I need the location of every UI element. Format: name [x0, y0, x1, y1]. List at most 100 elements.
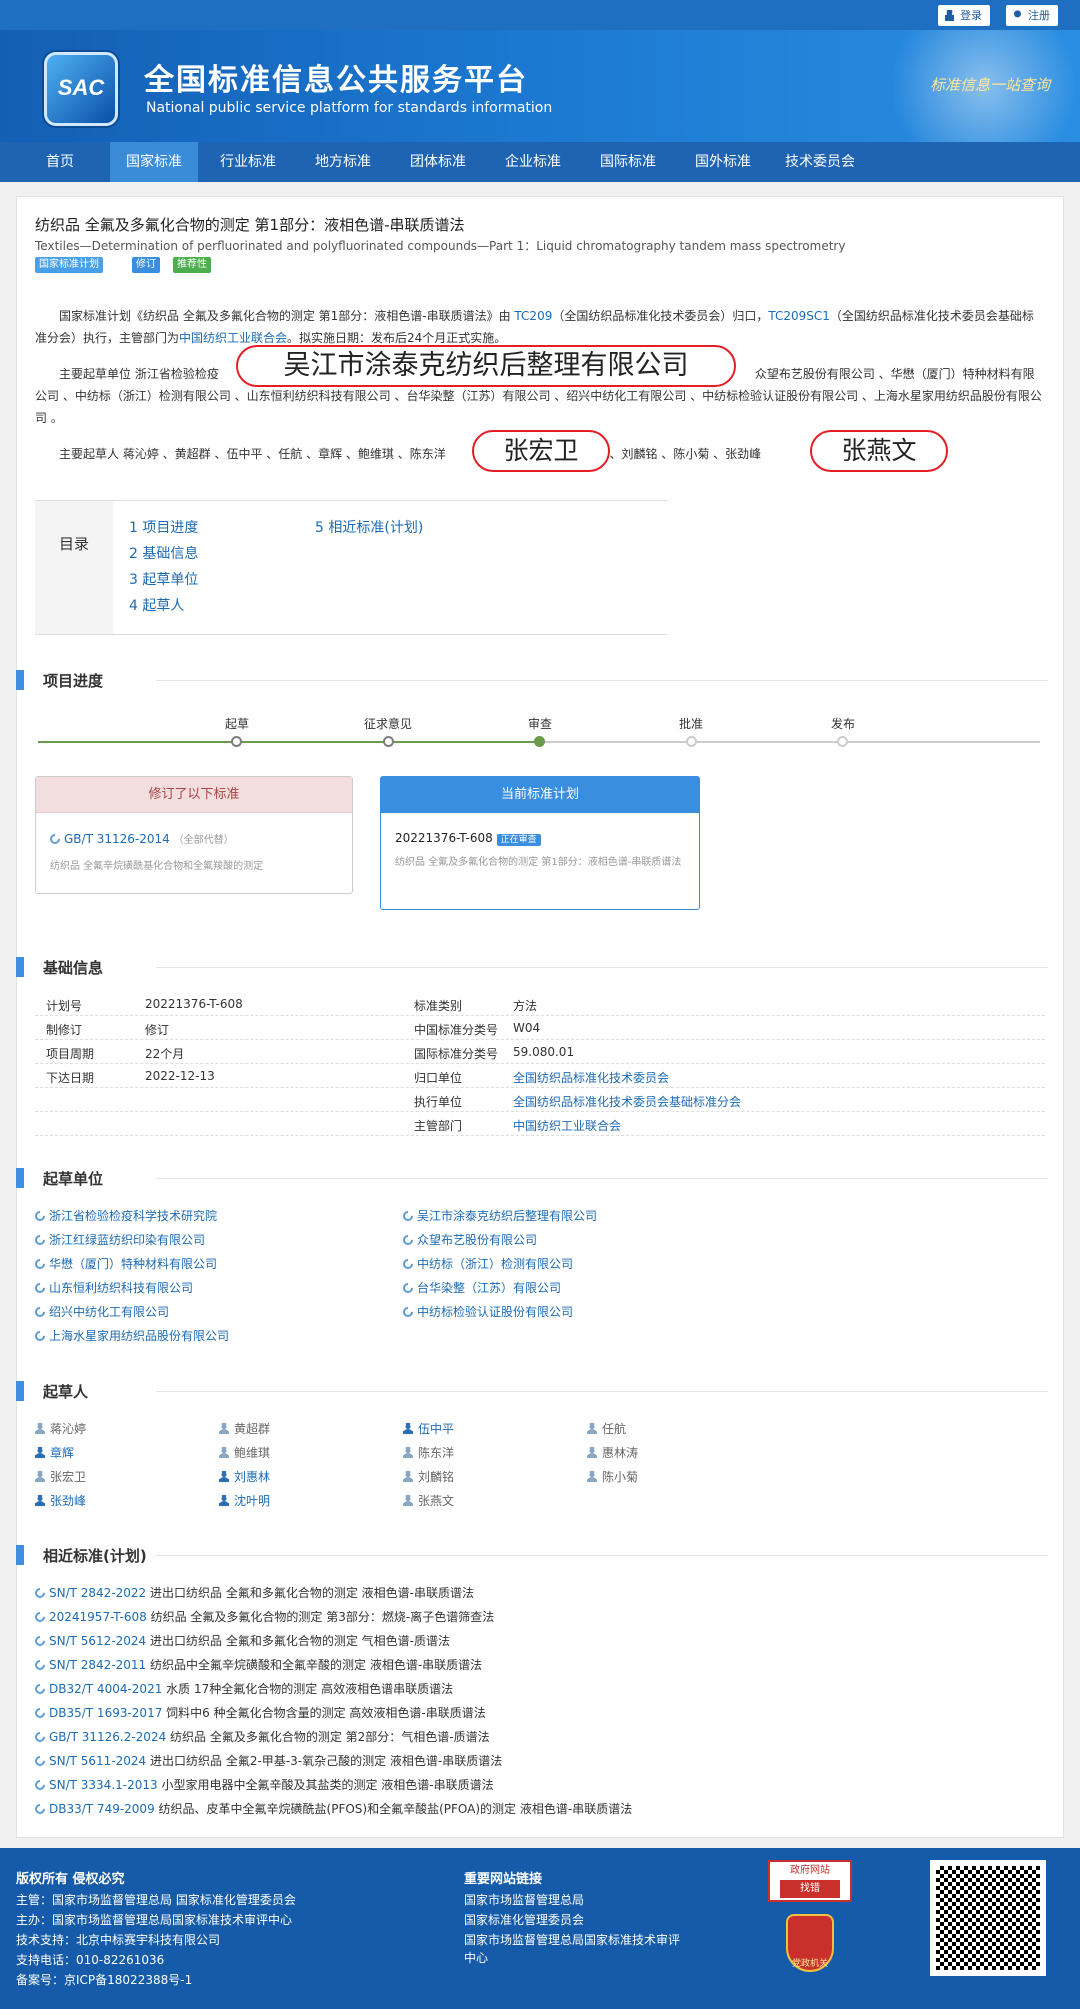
- section-title: 项目进度: [43, 672, 104, 690]
- similar-item[interactable]: DB33/T 749-2009 纺织品、皮革中全氟辛烷磺酰盐(PFOS)和全氟辛…: [32, 1800, 632, 1817]
- tc-link[interactable]: TC209: [514, 309, 552, 323]
- user-icon: [219, 1471, 229, 1482]
- toc-link-progress[interactable]: 1 项目进度: [129, 517, 198, 537]
- nav-item-local[interactable]: 地方标准: [303, 142, 383, 182]
- link-icon: [47, 831, 63, 847]
- info-value-link[interactable]: 中国纺织工业联合会: [513, 1117, 621, 1134]
- unit-link[interactable]: 吴江市涂泰克纺织后整理有限公司: [400, 1207, 597, 1224]
- unit-link[interactable]: 华懋（厦门）特种材料有限公司: [32, 1255, 217, 1272]
- info-value-link[interactable]: 全国纺织品标准化技术委员会: [513, 1069, 669, 1086]
- intro-text-d: 。拟实施日期：发布后24个月正式实施。: [287, 331, 507, 345]
- drafter-item[interactable]: 沈叶明: [219, 1492, 270, 1509]
- badge-bottom: 找错: [780, 1880, 840, 1898]
- similar-item[interactable]: DB35/T 1693-2017 饲料中6 种全氟化合物含量的测定 高效液相色谱…: [32, 1704, 486, 1721]
- info-value: 59.080.01: [513, 1045, 575, 1059]
- login-button[interactable]: 登录: [938, 5, 990, 26]
- footer-link[interactable]: 国家标准化管理委员会: [464, 1910, 584, 1930]
- drafter-item[interactable]: 张燕文: [403, 1492, 454, 1509]
- toc-link-similar[interactable]: 5 相近标准(计划): [315, 517, 423, 537]
- unit-link[interactable]: 浙江红绿蓝纺织印染有限公司: [32, 1231, 205, 1248]
- toc-label: 目录: [35, 501, 113, 634]
- info-value: 修订: [145, 1023, 170, 1037]
- toc-link-units[interactable]: 3 起草单位: [129, 569, 198, 589]
- gov-site-error-badge[interactable]: 政府网站 找错: [768, 1860, 852, 1902]
- register-label: 注册: [1028, 9, 1050, 22]
- unit-link[interactable]: 台华染整（江苏）有限公司: [400, 1279, 561, 1296]
- section-progress: 项目进度: [16, 670, 1064, 690]
- unit-link[interactable]: 中纺标检验认证股份有限公司: [400, 1303, 573, 1320]
- drafter-item[interactable]: 陈小菊: [587, 1468, 638, 1485]
- nav-item-foreign[interactable]: 国外标准: [683, 142, 763, 182]
- drafter-item[interactable]: 刘惠林: [219, 1468, 270, 1485]
- footer-link[interactable]: 中心: [464, 1948, 488, 1968]
- drafter-item[interactable]: 张劲峰: [35, 1492, 86, 1509]
- footer-line: 主管：国家市场监督管理总局 国家标准化管理委员会: [16, 1893, 296, 1907]
- similar-item[interactable]: SN/T 3334.1-2013 小型家用电器中全氟辛酸及其盐类的测定 液相色谱…: [32, 1776, 494, 1793]
- link-icon: [400, 1256, 416, 1272]
- current-plan-box: 当前标准计划 20221376-T-608 正在审查 纺织品 全氟及多氟化合物的…: [380, 776, 700, 910]
- drafter-item[interactable]: 惠林涛: [587, 1444, 638, 1461]
- similar-item[interactable]: SN/T 2842-2011 纺织品中全氟辛烷磺酸和全氟辛酸的测定 液相色谱-串…: [32, 1656, 482, 1673]
- stage-dot: [231, 736, 242, 747]
- info-key: 下达日期: [46, 1071, 95, 1085]
- stage-label: 审查: [527, 717, 552, 731]
- nav-item-industry[interactable]: 行业标准: [208, 142, 288, 182]
- section-title: 起草人: [43, 1383, 89, 1401]
- user-icon: [1013, 10, 1022, 18]
- toc-link-drafters[interactable]: 4 起草人: [129, 595, 184, 615]
- sc-link[interactable]: TC209SC1: [768, 309, 830, 323]
- nav-item-home[interactable]: 首页: [28, 142, 92, 182]
- unit-link[interactable]: 浙江省检验检疫科学技术研究院: [32, 1207, 217, 1224]
- current-box-title: 当前标准计划: [381, 777, 699, 813]
- revised-code-link[interactable]: GB/T 31126-2014: [64, 832, 170, 846]
- unit-link[interactable]: 绍兴中纺化工有限公司: [32, 1303, 169, 1320]
- orgs-text-a: 主要起草单位 浙江省检验检疫: [59, 367, 219, 381]
- similar-item[interactable]: SN/T 2842-2022 进出口纺织品 全氟和多氟化合物的测定 液相色谱-串…: [32, 1584, 474, 1601]
- unit-link[interactable]: 中纺标（浙江）检测有限公司: [400, 1255, 573, 1272]
- footer-link[interactable]: 国家市场监督管理总局国家标准技术审评: [464, 1930, 680, 1950]
- footer-link[interactable]: 国家市场监督管理总局: [464, 1890, 584, 1910]
- drafter-item[interactable]: 章辉: [35, 1444, 74, 1461]
- drafter-item[interactable]: 刘麟铭: [403, 1468, 454, 1485]
- link-icon: [400, 1304, 416, 1320]
- info-value-link[interactable]: 全国纺织品标准化技术委员会基础标准分会: [513, 1093, 741, 1110]
- revised-box-title: 修订了以下标准: [36, 777, 352, 813]
- drafter-item[interactable]: 黄超群: [219, 1420, 270, 1437]
- footer-line: 技术支持：北京中标赛宇科技有限公司: [16, 1933, 221, 1947]
- register-button[interactable]: 注册: [1006, 5, 1058, 26]
- info-key: 执行单位: [414, 1095, 463, 1109]
- party-gov-badge[interactable]: 党政机关: [786, 1914, 834, 1972]
- site-subtitle: National public service platform for sta…: [146, 100, 553, 116]
- unit-link[interactable]: 众望布艺股份有限公司: [400, 1231, 537, 1248]
- similar-item[interactable]: SN/T 5611-2024 进出口纺织品 全氟2-甲基-3-氧杂己酸的测定 液…: [32, 1752, 502, 1769]
- link-icon: [32, 1256, 48, 1272]
- nav-item-committee[interactable]: 技术委员会: [773, 142, 867, 182]
- toc-link-basic[interactable]: 2 基础信息: [129, 543, 198, 563]
- sac-logo[interactable]: SAC: [44, 52, 118, 126]
- dept-link[interactable]: 中国纺织工业联合会: [179, 331, 287, 345]
- drafter-item[interactable]: 伍中平: [403, 1420, 454, 1437]
- person-stamp-2: 张燕文: [810, 430, 948, 472]
- nav-item-enterprise[interactable]: 企业标准: [493, 142, 573, 182]
- footer-links-title: 重要网站链接: [464, 1872, 543, 1887]
- similar-item[interactable]: GB/T 31126.2-2024 纺织品 全氟及多氟化合物的测定 第2部分：气…: [32, 1728, 490, 1745]
- section-basic: 基础信息: [16, 957, 1064, 977]
- nav-item-national[interactable]: 国家标准: [110, 142, 198, 182]
- drafter-item[interactable]: 张宏卫: [35, 1468, 86, 1485]
- nav-item-international[interactable]: 国际标准: [588, 142, 668, 182]
- similar-item[interactable]: 20241957-T-608 纺织品 全氟及多氟化合物的测定 第3部分：燃烧-离…: [32, 1608, 494, 1625]
- nav-item-group[interactable]: 团体标准: [398, 142, 478, 182]
- info-value: 20221376-T-608: [145, 997, 243, 1011]
- similar-item[interactable]: DB32/T 4004-2021 水质 17种全氟化合物的测定 高效液相色谱串联…: [32, 1680, 453, 1697]
- similar-item[interactable]: SN/T 5612-2024 进出口纺织品 全氟和多氟化合物的测定 气相色谱-质…: [32, 1632, 450, 1649]
- drafter-item[interactable]: 陈东洋: [403, 1444, 454, 1461]
- section-title: 相近标准(计划): [43, 1547, 147, 1565]
- user-icon: [35, 1495, 45, 1506]
- table-of-contents: 目录 1 项目进度 2 基础信息 3 起草单位 4 起草人 5 相近标准(计划): [35, 500, 667, 635]
- drafter-item[interactable]: 鲍维琪: [219, 1444, 270, 1461]
- drafter-item[interactable]: 蒋沁婷: [35, 1420, 86, 1437]
- unit-link[interactable]: 上海水星家用纺织品股份有限公司: [32, 1327, 229, 1344]
- progress-line-done: [38, 741, 540, 743]
- unit-link[interactable]: 山东恒利纺织科技有限公司: [32, 1279, 193, 1296]
- drafter-item[interactable]: 任航: [587, 1420, 626, 1437]
